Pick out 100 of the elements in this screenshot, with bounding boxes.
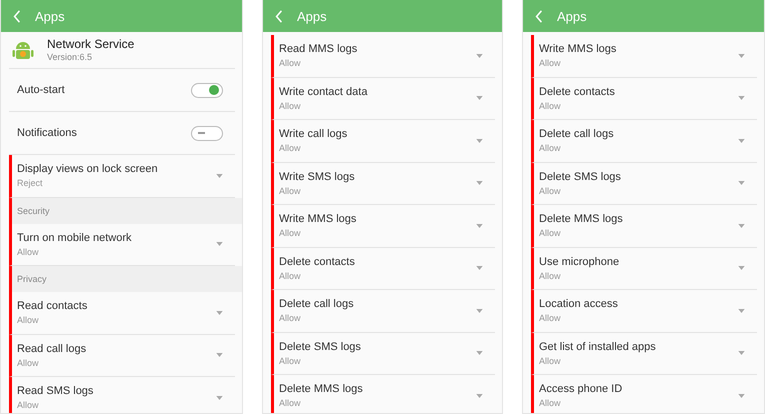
permission-row[interactable]: Write SMS logs Allow [271,162,495,205]
toggle-switch[interactable] [191,82,223,98]
permission-label: Delete MMS logs [539,212,623,226]
caret-icon [216,353,223,358]
permission-label: Delete contacts [539,84,615,99]
permission-value: Allow [279,270,302,282]
permission-value: Allow [539,356,562,367]
permission-label: Delete SMS logs [539,170,621,184]
caret-icon [216,396,223,400]
permission-row[interactable]: Delete call logs Allow [271,290,495,332]
permission-label: Delete call logs [539,127,614,142]
permission-label: Access phone ID [539,382,622,396]
setting-label: Notifications [17,126,77,140]
caret-icon [476,394,483,398]
caret-icon [476,54,483,58]
permission-label: Read call logs [17,342,86,356]
permission-value: Allow [539,100,562,112]
permission-row[interactable]: Delete contacts Allow [271,248,495,290]
permission-row[interactable]: Delete MMS logs Allow [271,375,495,413]
permission-label: Read MMS logs [279,42,358,56]
permission-row[interactable]: Delete MMS logs Allow [531,205,757,248]
screen-title: Apps [297,8,327,24]
permission-row[interactable]: Delete contacts Allow [531,78,757,120]
permission-label: Write MMS logs [279,212,356,226]
screen-title: Apps [35,8,65,24]
caret-icon [216,310,223,315]
permission-value: Allow [17,315,40,326]
app-name: Network Service [47,37,134,51]
permission-label: Read SMS logs [17,384,94,398]
permission-row[interactable]: Access phone ID Allow [531,375,757,413]
permission-row[interactable]: Read contacts Allow [9,292,235,334]
settings-row[interactable]: Auto-start [9,69,235,112]
caret-icon [738,308,745,313]
back-icon[interactable] [275,10,283,22]
permission-label: Delete contacts [279,254,355,269]
permission-label: Use microphone [539,254,620,269]
toggle-switch[interactable] [191,126,223,140]
caret-icon [476,224,483,228]
permission-value: Allow [539,143,562,154]
permission-value: Allow [279,398,302,410]
permission-value: Allow [539,398,562,410]
permission-label: Delete call logs [279,297,354,312]
permission-row[interactable]: Write contact data Allow [271,78,495,120]
caret-icon [738,54,745,58]
caret-icon [476,138,483,143]
permission-label: Location access [539,297,618,312]
permission-value: Allow [539,313,562,324]
permission-label: Read contacts [17,299,88,314]
permission-value: Allow [17,400,40,412]
permission-value: Allow [539,186,562,197]
screen-title: Apps [557,8,587,24]
caret-icon [738,181,745,186]
permission-row[interactable]: Location access Allow [531,290,757,332]
caret-icon [738,351,745,356]
permission-value: Allow [17,358,40,369]
permission-row[interactable]: Write MMS logs Allow [531,35,757,78]
permission-value: Allow [17,246,40,258]
caret-icon [738,138,745,143]
permission-value: Allow [539,270,562,282]
settings-row[interactable]: Notifications [9,112,235,155]
permission-value: Allow [279,100,302,112]
permission-row[interactable]: Read call logs Allow [9,334,235,377]
permission-row[interactable]: Delete call logs Allow [531,120,757,162]
caret-icon [738,96,745,100]
caret-icon [476,181,483,186]
permission-row[interactable]: Write MMS logs Allow [271,205,495,248]
back-icon[interactable] [13,10,21,22]
caret-icon [476,351,483,356]
caret-icon [216,242,223,246]
permission-row[interactable]: Delete SMS logs Allow [531,162,757,205]
caret-icon [476,308,483,313]
app-version: Version:6.5 [47,51,94,63]
permission-row[interactable]: Delete SMS logs Allow [271,332,495,375]
caret-icon [216,174,223,178]
permission-label: Turn on mobile network [17,230,132,245]
permission-row[interactable]: Read MMS logs Allow [271,35,495,78]
permission-label: Write SMS logs [279,170,355,184]
permission-row[interactable]: Get list of installed apps Allow [531,332,757,375]
caret-icon [738,266,745,270]
permission-value: Allow [279,143,302,154]
permission-value: Allow [279,228,302,240]
permission-label: Write contact data [279,84,368,99]
back-icon[interactable] [535,10,543,22]
permission-row[interactable]: Read SMS logs Allow [9,377,235,413]
permission-value: Allow [539,58,562,70]
permission-row[interactable]: Write call logs Allow [271,120,495,162]
permission-label: Delete MMS logs [279,382,363,396]
section-header: Privacy [9,266,242,292]
permission-value: Allow [279,356,302,367]
permission-row[interactable]: Use microphone Allow [531,248,757,290]
section-header: Security [9,198,242,224]
permission-label: Get list of installed apps [539,340,656,354]
permission-label: Delete SMS logs [279,340,361,354]
caret-icon [738,224,745,228]
permission-value: Allow [539,228,562,240]
setting-label: Auto-start [17,83,65,97]
caret-icon [738,394,745,398]
permission-value: Allow [279,313,302,324]
caret-icon [476,96,483,100]
permission-label: Display views on lock screen [17,162,158,176]
